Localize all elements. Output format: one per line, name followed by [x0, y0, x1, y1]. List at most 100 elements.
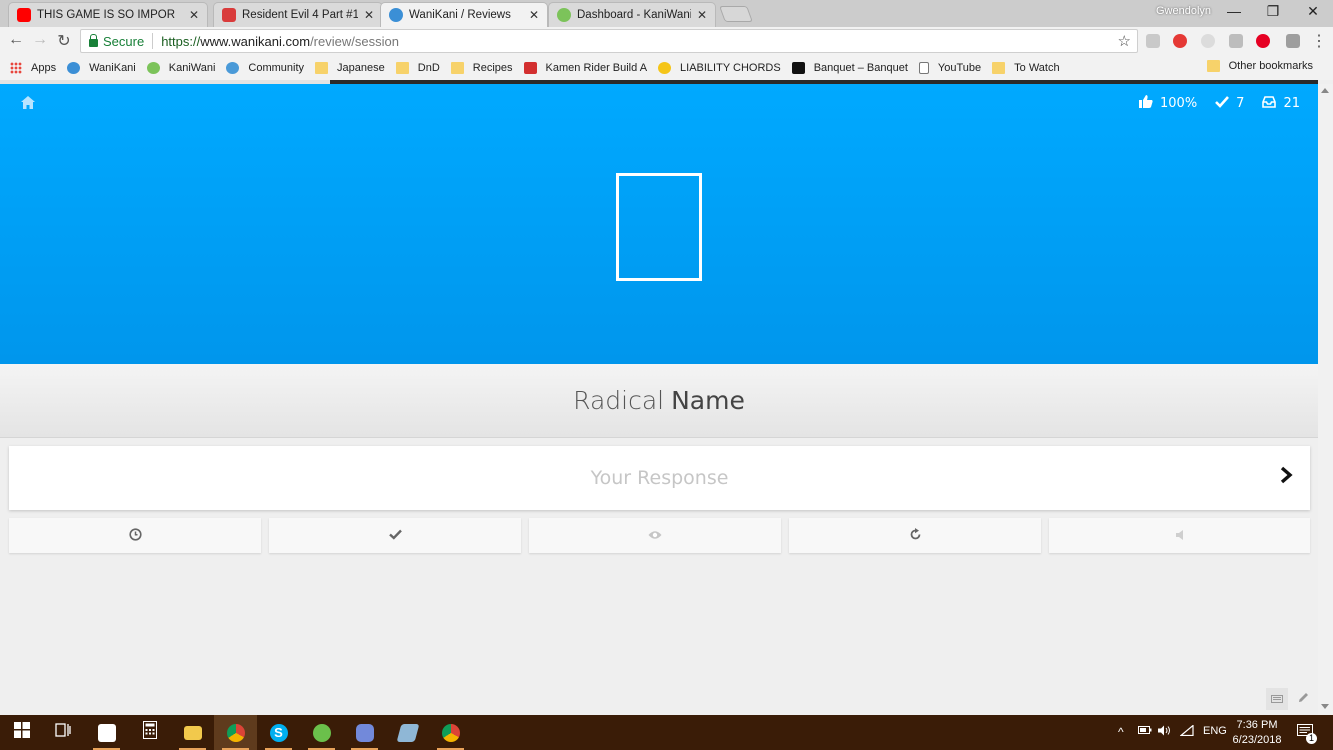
url-path: /review/session	[310, 33, 399, 49]
answer-form	[9, 446, 1310, 510]
pencil-icon[interactable]	[1298, 692, 1309, 706]
bookmark-apps[interactable]: Apps	[0, 61, 56, 74]
window-close-icon[interactable]: ✕	[1303, 3, 1323, 20]
sticky-notes-icon	[97, 723, 116, 742]
pinterest-icon[interactable]	[1256, 34, 1270, 48]
restore-icon[interactable]: ❐	[1263, 3, 1283, 20]
audio-button[interactable]	[1049, 518, 1310, 553]
menu-icon[interactable]: ⋮	[1309, 31, 1329, 51]
apps-grid-icon	[10, 61, 22, 74]
scroll-up-icon[interactable]	[1321, 88, 1329, 93]
chevron-up-icon[interactable]: ^	[1118, 725, 1124, 739]
remaining-count: 21	[1283, 96, 1300, 111]
bookmark-dnd[interactable]: DnD	[395, 61, 440, 74]
bookmark-community[interactable]: Community	[226, 61, 305, 74]
browser-tab-youtube-1[interactable]: THIS GAME IS SO IMPOR ✕	[8, 2, 208, 27]
bookmark-kamen-rider[interactable]: Kamen Rider Build A	[523, 61, 648, 74]
bookmark-japanese[interactable]: Japanese	[315, 61, 385, 74]
file-explorer-button[interactable]	[171, 715, 214, 750]
close-icon[interactable]: ✕	[529, 8, 539, 22]
bookmark-kaniwani[interactable]: KaniWani	[146, 61, 215, 74]
folder-icon	[315, 61, 329, 74]
show-info-button[interactable]	[529, 518, 781, 553]
language-indicator[interactable]: ENG	[1203, 725, 1227, 737]
system-clock[interactable]: 7:36 PM 6/23/2018	[1226, 718, 1288, 748]
new-tab-button[interactable]	[719, 6, 753, 22]
bookmark-banquet[interactable]: Banquet – Banquet	[791, 61, 908, 74]
bookmark-label: Recipes	[472, 61, 513, 74]
clock-icon	[128, 527, 142, 544]
last-items-button[interactable]	[9, 518, 261, 553]
profile-name[interactable]: Gwendolyn	[1156, 5, 1211, 17]
reload-icon[interactable]: ↻	[54, 31, 74, 51]
sticky-notes-button[interactable]	[85, 715, 128, 750]
page-icon	[918, 61, 929, 74]
retry-button[interactable]	[789, 518, 1041, 553]
green-app-button[interactable]	[300, 715, 343, 750]
leaf-icon	[312, 723, 331, 742]
accuracy-value: 100%	[1160, 96, 1198, 111]
home-icon[interactable]	[21, 96, 35, 112]
bookmark-label: Other bookmarks	[1228, 60, 1313, 72]
browser-tab-resident-evil[interactable]: Resident Evil 4 Part #18 - ✕	[213, 2, 383, 27]
item-info-button[interactable]	[269, 518, 521, 553]
skype-button[interactable]: S	[257, 715, 300, 750]
calculator-button[interactable]	[128, 715, 171, 750]
close-icon[interactable]: ✕	[697, 8, 707, 22]
discord-icon	[355, 723, 374, 742]
clock-time: 7:36 PM	[1236, 719, 1278, 731]
chrome-profile-button[interactable]	[214, 715, 257, 750]
folder-icon	[992, 61, 1006, 74]
b-logo-icon	[791, 61, 805, 74]
back-icon[interactable]: ←	[6, 31, 26, 49]
task-view-button[interactable]	[41, 715, 84, 750]
chrome-g-button[interactable]	[429, 715, 472, 750]
translate-extension-icon[interactable]	[1201, 34, 1215, 48]
lightbulb-icon	[658, 61, 672, 74]
bookmark-to-watch[interactable]: To Watch	[992, 61, 1060, 74]
check-icon	[1215, 95, 1230, 112]
keyboard-icon[interactable]	[1266, 688, 1288, 710]
submit-chevron-icon[interactable]	[1280, 464, 1293, 490]
page-scrollbar[interactable]	[1318, 84, 1333, 715]
battery-icon[interactable]	[1138, 725, 1152, 738]
people-extension-icon[interactable]	[1286, 34, 1300, 48]
image-extension-icon[interactable]	[1229, 34, 1243, 48]
bookmark-wanikani[interactable]: WaniKani	[67, 61, 136, 74]
browser-tab-kaniwani[interactable]: Dashboard - KaniWani ✕	[548, 2, 716, 27]
bookmark-label: Kamen Rider Build A	[545, 61, 648, 74]
inbox-icon	[1262, 95, 1277, 112]
review-stats: 100% 7 21	[1121, 95, 1300, 112]
bookmark-label: Community	[248, 61, 305, 74]
notification-count-badge: 1	[1306, 733, 1317, 744]
minimize-icon[interactable]: —	[1224, 3, 1244, 19]
browser-tab-wanikani-reviews[interactable]: WaniKani / Reviews ✕	[380, 2, 548, 27]
scroll-down-icon[interactable]	[1321, 704, 1329, 709]
bookmark-recipes[interactable]: Recipes	[450, 61, 513, 74]
wanikani-icon	[67, 61, 81, 74]
secure-label: Secure	[103, 33, 145, 49]
address-bar[interactable]: Secure https:// www.wanikani.com /review…	[80, 29, 1138, 53]
close-icon[interactable]: ✕	[364, 8, 374, 22]
bookmark-star-icon[interactable]: ☆	[1118, 32, 1131, 50]
app-shelf-button[interactable]	[386, 715, 429, 750]
forward-icon[interactable]: →	[30, 31, 50, 49]
answer-input[interactable]	[9, 446, 1310, 510]
extension-icon[interactable]	[1146, 34, 1160, 48]
start-button[interactable]	[0, 715, 43, 750]
remaining-stat: 21	[1262, 95, 1300, 112]
opera-icon[interactable]	[1173, 34, 1187, 48]
volume-icon[interactable]	[1158, 725, 1172, 739]
kaniwani-icon	[146, 61, 160, 74]
browser-toolbar: ← → ↻ Secure https:// www.wanikani.com /…	[0, 27, 1333, 55]
kaniwani-icon	[557, 8, 571, 22]
bookmark-liability-chords[interactable]: LIABILITY CHORDS	[658, 61, 781, 74]
folder-icon	[183, 725, 202, 740]
thumbs-up-icon	[1139, 95, 1153, 112]
discord-button[interactable]	[343, 715, 386, 750]
windows-icon	[13, 722, 30, 743]
other-bookmarks[interactable]: Other bookmarks	[1206, 60, 1313, 72]
close-icon[interactable]: ✕	[189, 8, 199, 22]
bookmark-youtube[interactable]: YouTube	[918, 61, 981, 74]
wifi-icon[interactable]	[1179, 724, 1194, 739]
